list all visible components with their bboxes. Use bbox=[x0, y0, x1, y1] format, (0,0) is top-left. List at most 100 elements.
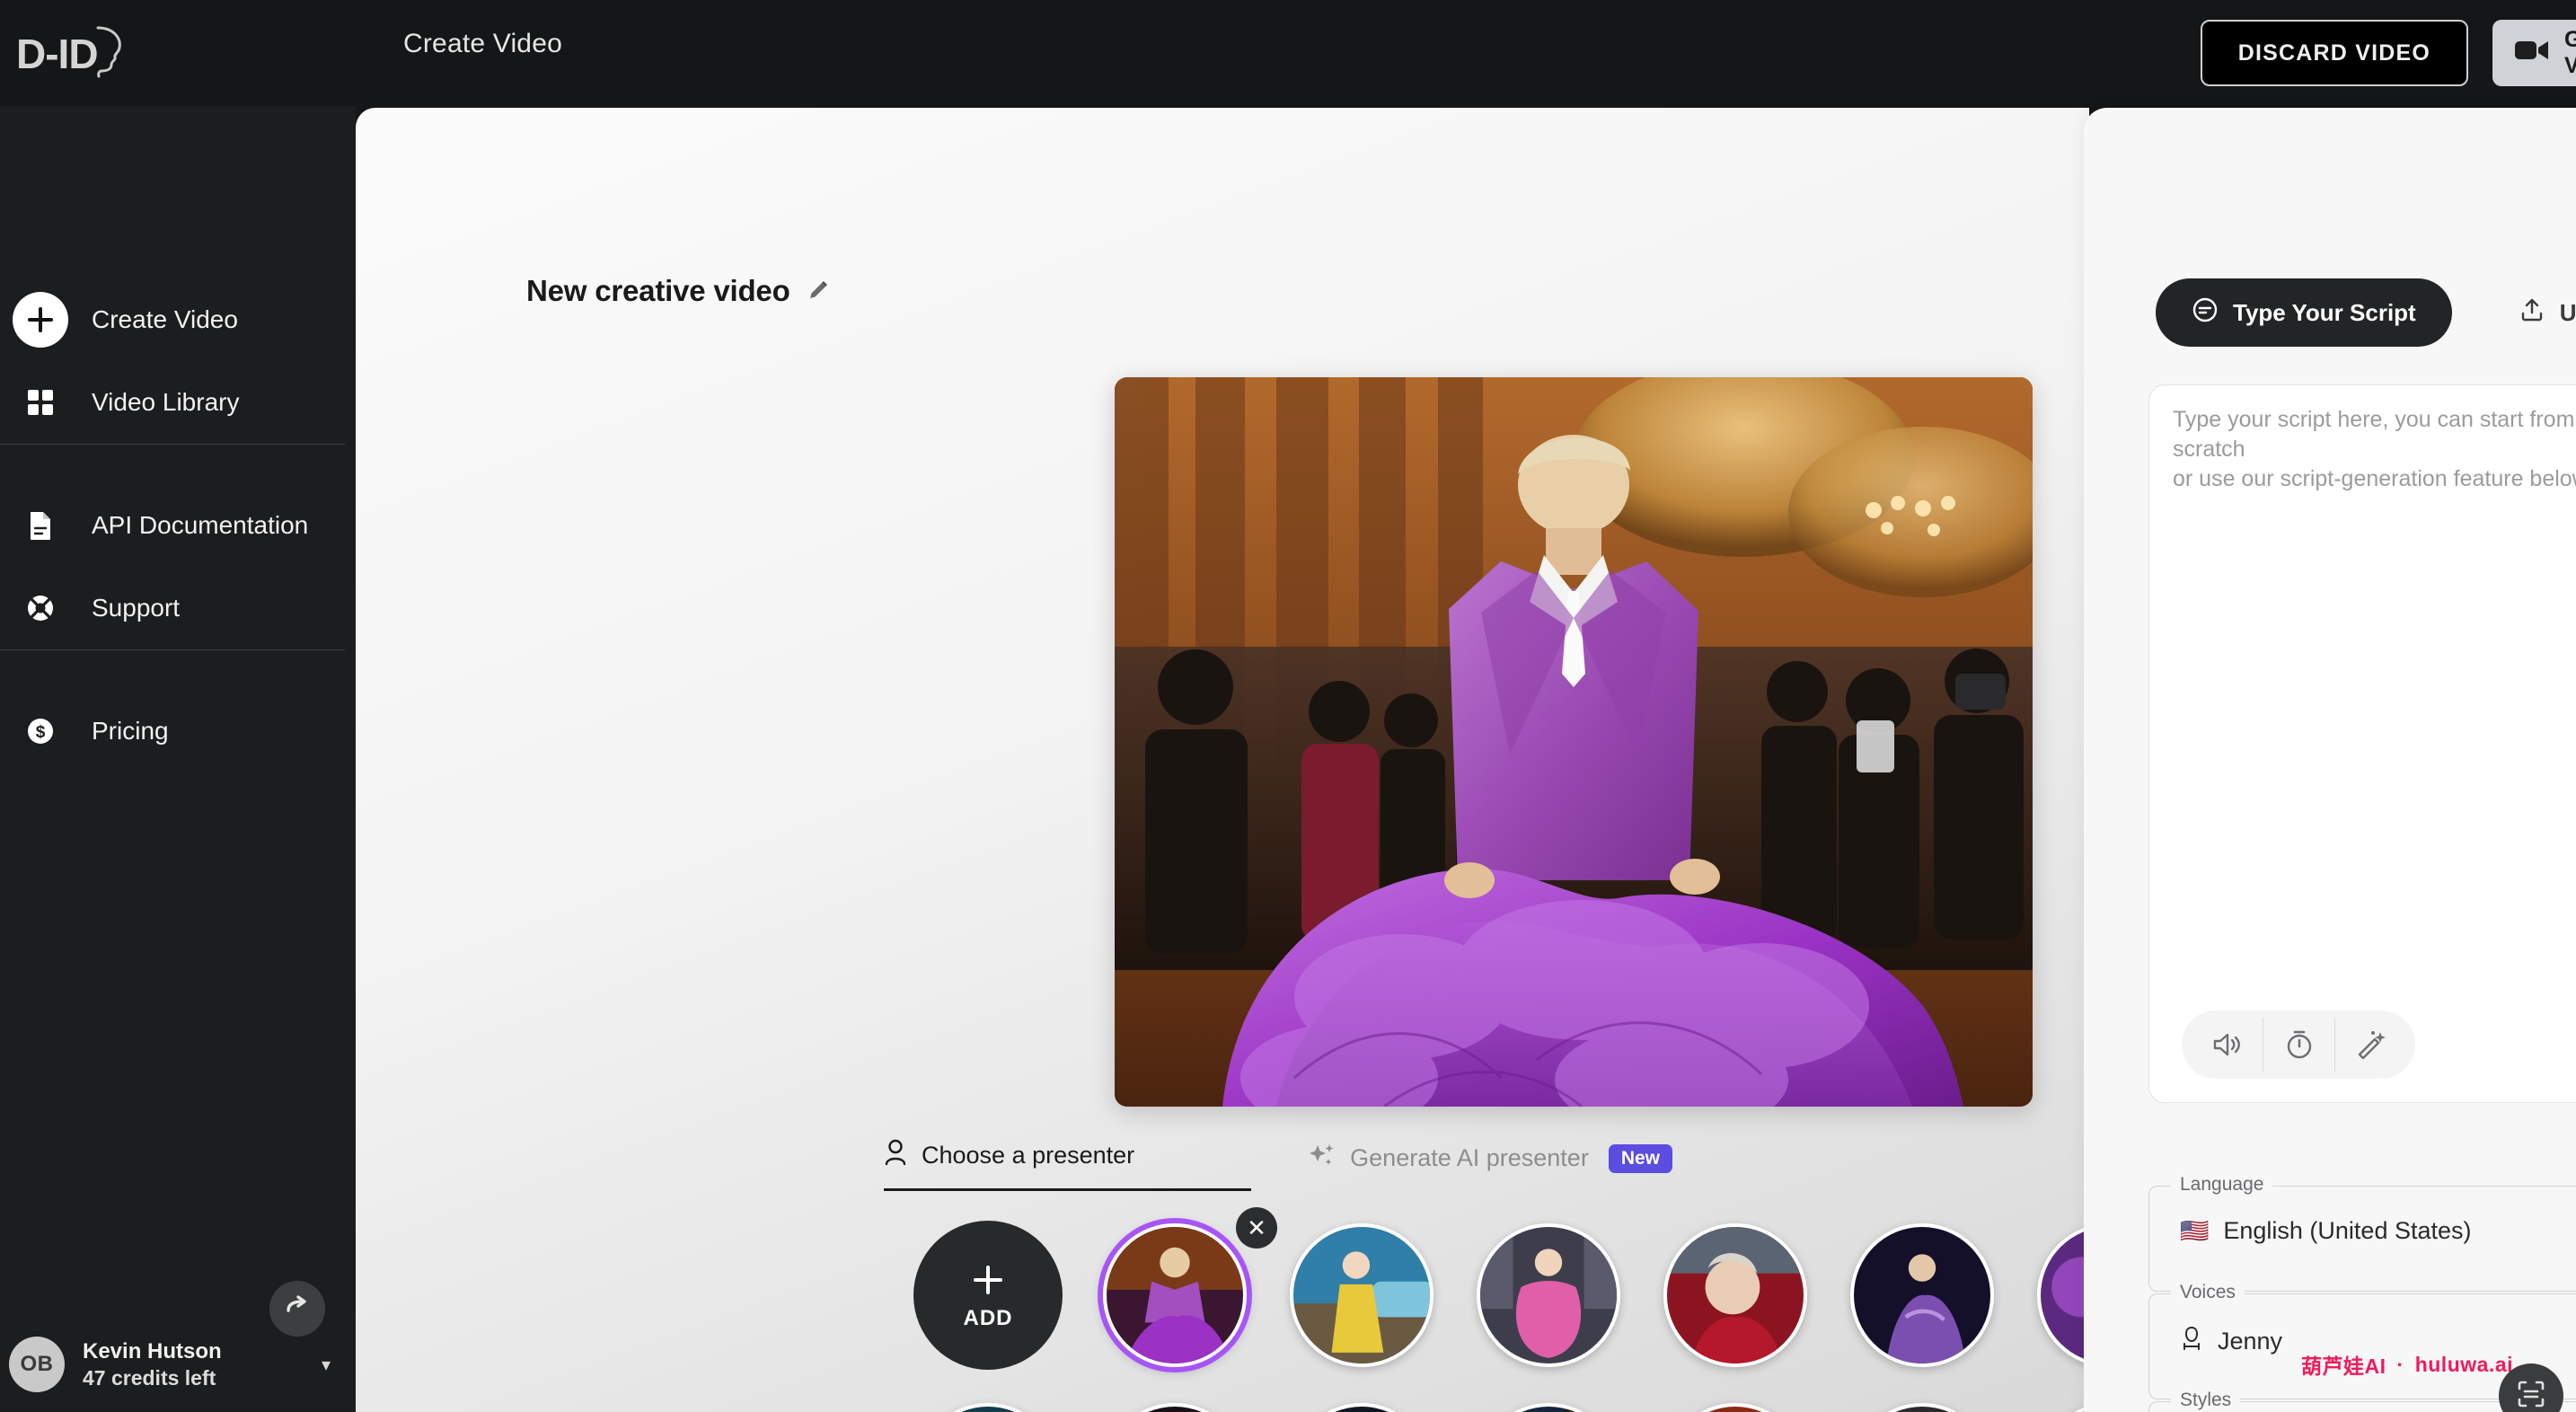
top-bar: D-ID Create Video DISCARD VIDEO GENERATE… bbox=[0, 0, 2576, 106]
presenter-thumb-blue-teal[interactable] bbox=[916, 1403, 1060, 1412]
presenter-thumb-red-gown[interactable] bbox=[1663, 1223, 1807, 1367]
language-legend: Language bbox=[2171, 1174, 2273, 1196]
voices-legend: Voices bbox=[2171, 1282, 2245, 1303]
sidebar-item-create-video[interactable]: Create Video bbox=[0, 278, 356, 361]
generate-video-button[interactable]: GENERATE VIDEO bbox=[2492, 20, 2576, 86]
script-placeholder: Type your script here, you can start fro… bbox=[2173, 407, 2576, 491]
app-root: D-ID Create Video DISCARD VIDEO GENERATE… bbox=[0, 0, 2576, 1412]
script-textarea[interactable]: Type your script here, you can start fro… bbox=[2148, 384, 2576, 1103]
presenter-cell bbox=[1642, 1385, 1829, 1412]
sidebar-label-pricing: Pricing bbox=[92, 717, 169, 745]
presenter-thumb-white-hair[interactable] bbox=[2037, 1403, 2089, 1412]
tab-label-generate-ai-presenter: Generate AI presenter bbox=[1350, 1144, 1589, 1171]
presenter-thumb-yellow-dress[interactable] bbox=[1290, 1223, 1434, 1367]
video-title-text: New creative video bbox=[526, 274, 790, 307]
presenter-cell bbox=[1455, 1205, 1642, 1385]
sidebar-label-create-video: Create Video bbox=[92, 305, 238, 333]
presenter-thumb-grey-portrait[interactable] bbox=[1850, 1403, 1994, 1412]
presenter-thumb-purple-gown[interactable] bbox=[1103, 1223, 1247, 1367]
add-presenter-button[interactable]: ADD bbox=[913, 1221, 1063, 1370]
tab-choose-a-presenter[interactable]: Choose a presenter bbox=[884, 1139, 1252, 1191]
watermark-separator: · bbox=[2396, 1352, 2404, 1376]
sidebar-item-video-library[interactable]: Video Library bbox=[0, 361, 356, 444]
voice-person-icon bbox=[2180, 1325, 2203, 1358]
sidebar: Create Video Video Library API Documenta… bbox=[0, 106, 356, 1412]
presenter-cell bbox=[1829, 1385, 2016, 1412]
voices-value-row: Jenny bbox=[2180, 1325, 2282, 1358]
volume-icon[interactable] bbox=[2191, 1018, 2263, 1072]
presenter-cell bbox=[1642, 1205, 1829, 1385]
tab-label-upload-audio: Upload Audio bbox=[2559, 298, 2576, 326]
watermark: 葫芦娃AI · huluwa.ai bbox=[2301, 1349, 2513, 1380]
presenter-add-cell: ADD bbox=[895, 1205, 1081, 1385]
presenter-cell bbox=[2016, 1205, 2089, 1385]
video-title-row[interactable]: New creative video bbox=[526, 274, 832, 308]
presenter-cell bbox=[1081, 1385, 1268, 1412]
avatar: OB bbox=[9, 1337, 65, 1392]
presenter-tabs: Choose a presenter Generate AI presenter… bbox=[884, 1139, 1673, 1191]
face-profile-icon bbox=[94, 24, 125, 84]
pencil-icon[interactable] bbox=[807, 277, 832, 306]
video-camera-icon bbox=[2514, 37, 2550, 70]
sparkles-icon bbox=[1309, 1142, 1336, 1175]
user-profile-row[interactable]: OB Kevin Hutson 47 credits left ▾ bbox=[9, 1324, 350, 1405]
script-panel-tabs: Type Your Script Upload Audio bbox=[2156, 278, 2576, 347]
presenter-cell bbox=[1268, 1205, 1455, 1385]
presenter-cell bbox=[895, 1385, 1081, 1412]
presenter-cell: ✕ bbox=[1081, 1205, 1277, 1385]
language-select[interactable]: Language 🇺🇸 English (United States) bbox=[2148, 1174, 2576, 1292]
generate-video-label: GENERATE VIDEO bbox=[2564, 27, 2576, 78]
dollar-circle-icon: $ bbox=[13, 703, 68, 759]
stopwatch-icon[interactable] bbox=[2263, 1018, 2334, 1072]
presenter-grid: ADD ✕ bbox=[895, 1205, 2089, 1412]
sidebar-item-api-documentation[interactable]: API Documentation bbox=[0, 484, 356, 567]
brand-logo[interactable]: D-ID bbox=[16, 13, 133, 95]
script-panel: Type Your Script Upload Audio Type your … bbox=[2084, 108, 2576, 1412]
sidebar-label-api-documentation: API Documentation bbox=[92, 511, 309, 539]
watermark-en: huluwa.ai bbox=[2414, 1352, 2513, 1376]
sidebar-item-pricing[interactable]: $ Pricing bbox=[0, 690, 356, 772]
lifebuoy-icon bbox=[13, 580, 68, 636]
presenter-cell bbox=[2016, 1385, 2089, 1412]
presenter-thumb-silver-purple[interactable] bbox=[2037, 1223, 2089, 1367]
language-value-row: 🇺🇸 English (United States) bbox=[2180, 1217, 2472, 1245]
scan-icon bbox=[2516, 1379, 2546, 1412]
grid-icon bbox=[13, 375, 68, 430]
presenter-thumb-warm-red[interactable] bbox=[1663, 1403, 1807, 1412]
sidebar-label-support: Support bbox=[92, 594, 181, 622]
collapse-arrow-icon bbox=[284, 1294, 311, 1323]
tab-type-your-script[interactable]: Type Your Script bbox=[2156, 278, 2452, 347]
presenter-thumb-crimson-dark[interactable] bbox=[1103, 1403, 1247, 1412]
presenter-thumb-blue-gold[interactable] bbox=[1477, 1403, 1620, 1412]
add-presenter-label: ADD bbox=[963, 1305, 1013, 1330]
language-value: English (United States) bbox=[2223, 1217, 2472, 1244]
discard-video-button[interactable]: DISCARD VIDEO bbox=[2200, 20, 2468, 86]
presenter-thumb-pink-feather[interactable] bbox=[1477, 1223, 1620, 1367]
plus-icon bbox=[968, 1260, 1008, 1304]
us-flag-icon: 🇺🇸 bbox=[2180, 1217, 2210, 1244]
presenter-thumb-midnight[interactable] bbox=[1290, 1403, 1434, 1412]
svg-text:$: $ bbox=[36, 723, 46, 742]
user-meta: Kevin Hutson 47 credits left bbox=[83, 1339, 222, 1390]
new-badge: New bbox=[1608, 1143, 1673, 1173]
page-title: Create Video bbox=[403, 29, 562, 58]
presenter-cell bbox=[1455, 1385, 1642, 1412]
presenter-thumb-violet-gown[interactable] bbox=[1850, 1223, 1994, 1367]
chevron-down-icon[interactable]: ▾ bbox=[322, 1354, 331, 1376]
tab-upload-audio[interactable]: Upload Audio bbox=[2483, 278, 2576, 347]
sidebar-item-support[interactable]: Support bbox=[0, 567, 356, 649]
user-credits: 47 credits left bbox=[83, 1365, 216, 1390]
video-preview-image[interactable] bbox=[1115, 377, 2033, 1107]
tab-generate-ai-presenter[interactable]: Generate AI presenter New bbox=[1309, 1142, 1673, 1191]
script-tools bbox=[2182, 1010, 2415, 1079]
voices-value: Jenny bbox=[2218, 1328, 2283, 1355]
plus-icon bbox=[13, 292, 68, 348]
presenter-cell bbox=[1268, 1385, 1455, 1412]
remove-presenter-button[interactable]: ✕ bbox=[1236, 1207, 1277, 1249]
sidebar-label-video-library: Video Library bbox=[92, 388, 240, 416]
magic-wand-icon[interactable] bbox=[2334, 1018, 2406, 1072]
styles-legend: Styles bbox=[2171, 1390, 2241, 1411]
brand-logo-text: D-ID bbox=[16, 31, 99, 77]
chat-bubble-icon bbox=[2192, 296, 2219, 330]
upload-icon bbox=[2519, 296, 2545, 330]
